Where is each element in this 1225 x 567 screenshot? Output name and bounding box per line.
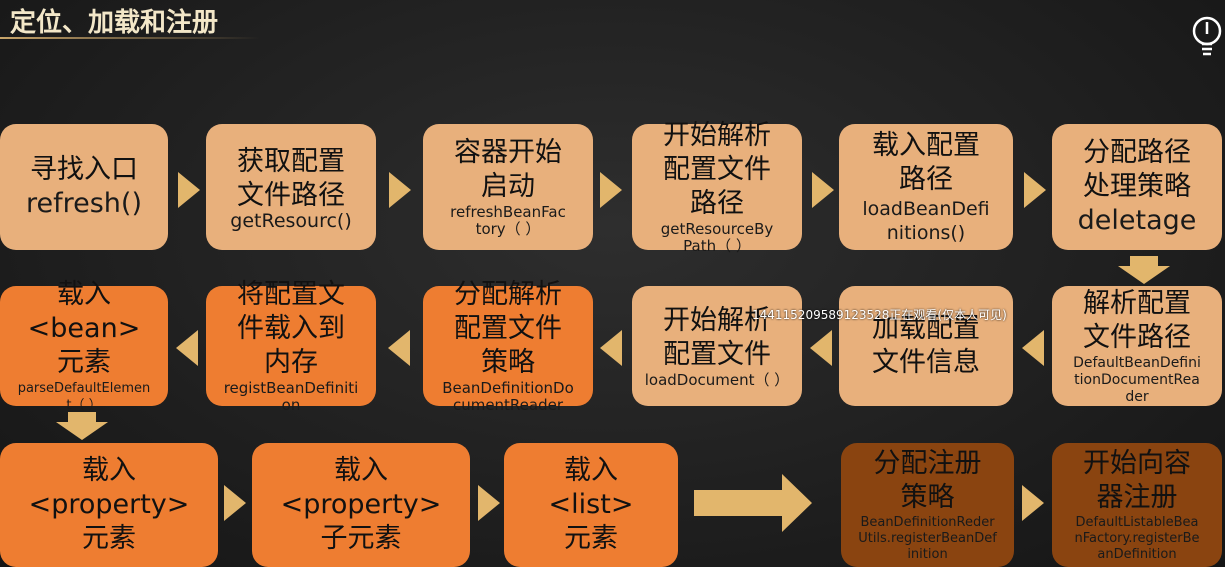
step-container-start: 容器开始 启动 refreshBeanFac tory（ ） xyxy=(423,124,593,250)
step-method: DefaultBeanDefini tionDocumentRea der xyxy=(1073,354,1201,405)
step-title: 开始向容 器注册 xyxy=(1083,448,1191,513)
step-title: 载入配置 路径 xyxy=(872,130,980,195)
step-title: 载入 <list> 元素 xyxy=(548,455,634,554)
arrow-down xyxy=(1118,256,1170,284)
step-parse-config-path: 开始解析 配置文件 路径 getResourceBy Path（ ） xyxy=(632,120,802,255)
arrow-left xyxy=(600,330,622,366)
step-parse-config-file-path: 解析配置 文件路径 DefaultBeanDefini tionDocumentR… xyxy=(1052,286,1222,406)
title-underline xyxy=(0,37,260,39)
arrow-right xyxy=(1024,172,1046,208)
step-method: BeanDefinitionDo cumentReader xyxy=(442,379,574,414)
step-method: parseDefaultElemen t（ ） xyxy=(17,381,151,413)
step-title: 寻找入口 xyxy=(30,154,138,185)
step-start-parse-config: 开始解析 配置文件 loadDocument（ ） xyxy=(632,286,802,406)
arrow-right xyxy=(812,172,834,208)
step-find-entry: 寻找入口 refresh() xyxy=(0,124,168,250)
step-load-into-memory: 将配置文 件载入到 内存 registBeanDefiniti on xyxy=(206,279,376,414)
step-get-config-path: 获取配置 文件路径 getResourc() xyxy=(206,124,376,250)
step-load-bean-element: 载入 <bean> 元素 parseDefaultElemen t（ ） xyxy=(0,279,168,413)
step-dispatch-parse-strategy: 分配解析 配置文件 策略 BeanDefinitionDo cumentReade… xyxy=(423,279,593,414)
step-method: DefaultListableBea nFactory.registerBe a… xyxy=(1074,515,1200,562)
step-register-to-container: 开始向容 器注册 DefaultListableBea nFactory.regi… xyxy=(1052,443,1222,567)
step-load-property-element: 载入 <property> 元素 xyxy=(0,443,218,567)
step-load-config-path: 载入配置 路径 loadBeanDefi nitions() xyxy=(839,124,1013,250)
step-title: 载入 <property> 子元素 xyxy=(280,455,442,554)
step-method: registBeanDefiniti on xyxy=(223,379,359,414)
arrow-right xyxy=(600,172,622,208)
arrow-right xyxy=(389,172,411,208)
arrow-right xyxy=(1022,485,1044,521)
step-method: loadDocument（ ） xyxy=(644,370,790,389)
arrow-left xyxy=(810,330,832,366)
viewer-watermark: 1441152095891235​28正在观看(仅本人可见) xyxy=(752,308,1007,322)
step-title: 分配解析 配置文件 策略 xyxy=(454,279,562,378)
step-method: getResourc() xyxy=(230,209,352,232)
step-title: 获取配置 文件路径 xyxy=(237,145,345,211)
arrow-right xyxy=(478,485,500,521)
slide-title: 定位、加载和注册 xyxy=(10,8,219,38)
arrow-left xyxy=(176,330,198,366)
step-title: 容器开始 启动 xyxy=(454,137,562,202)
arrow-right-large xyxy=(694,474,812,532)
step-title: 开始解析 配置文件 路径 xyxy=(663,120,771,219)
arrow-right xyxy=(178,172,200,208)
step-title: 载入 <property> 元素 xyxy=(28,455,190,554)
step-title: 分配注册 策略 xyxy=(873,448,982,513)
lightbulb-icon xyxy=(1192,16,1222,56)
arrow-left xyxy=(1022,330,1044,366)
step-title: 分配路径 处理策略 xyxy=(1083,137,1191,202)
arrow-left xyxy=(388,330,410,366)
step-method: BeanDefinitionReder Utils.registerBeanDe… xyxy=(858,515,997,562)
step-title: 载入 <bean> 元素 xyxy=(27,279,141,378)
step-title: 解析配置 文件路径 xyxy=(1083,287,1191,353)
step-dispatch-register-strategy: 分配注册 策略 BeanDefinitionReder Utils.registe… xyxy=(841,443,1014,567)
arrow-down xyxy=(56,412,108,440)
step-dispatch-path-strategy: 分配路径 处理策略 deletage xyxy=(1052,124,1222,250)
step-title: 将配置文 件载入到 内存 xyxy=(237,279,345,378)
step-method: loadBeanDefi nitions() xyxy=(862,198,990,244)
step-load-list-element: 载入 <list> 元素 xyxy=(504,443,678,567)
arrow-right xyxy=(224,485,246,521)
step-method: refresh() xyxy=(26,188,142,219)
step-load-config-info: 加载配置 文件信息 xyxy=(839,286,1013,406)
step-method: refreshBeanFac tory（ ） xyxy=(450,203,566,238)
step-method: getResourceBy Path（ ） xyxy=(660,220,774,255)
step-method: deletage xyxy=(1077,205,1197,236)
step-load-property-subelement: 载入 <property> 子元素 xyxy=(252,443,470,567)
